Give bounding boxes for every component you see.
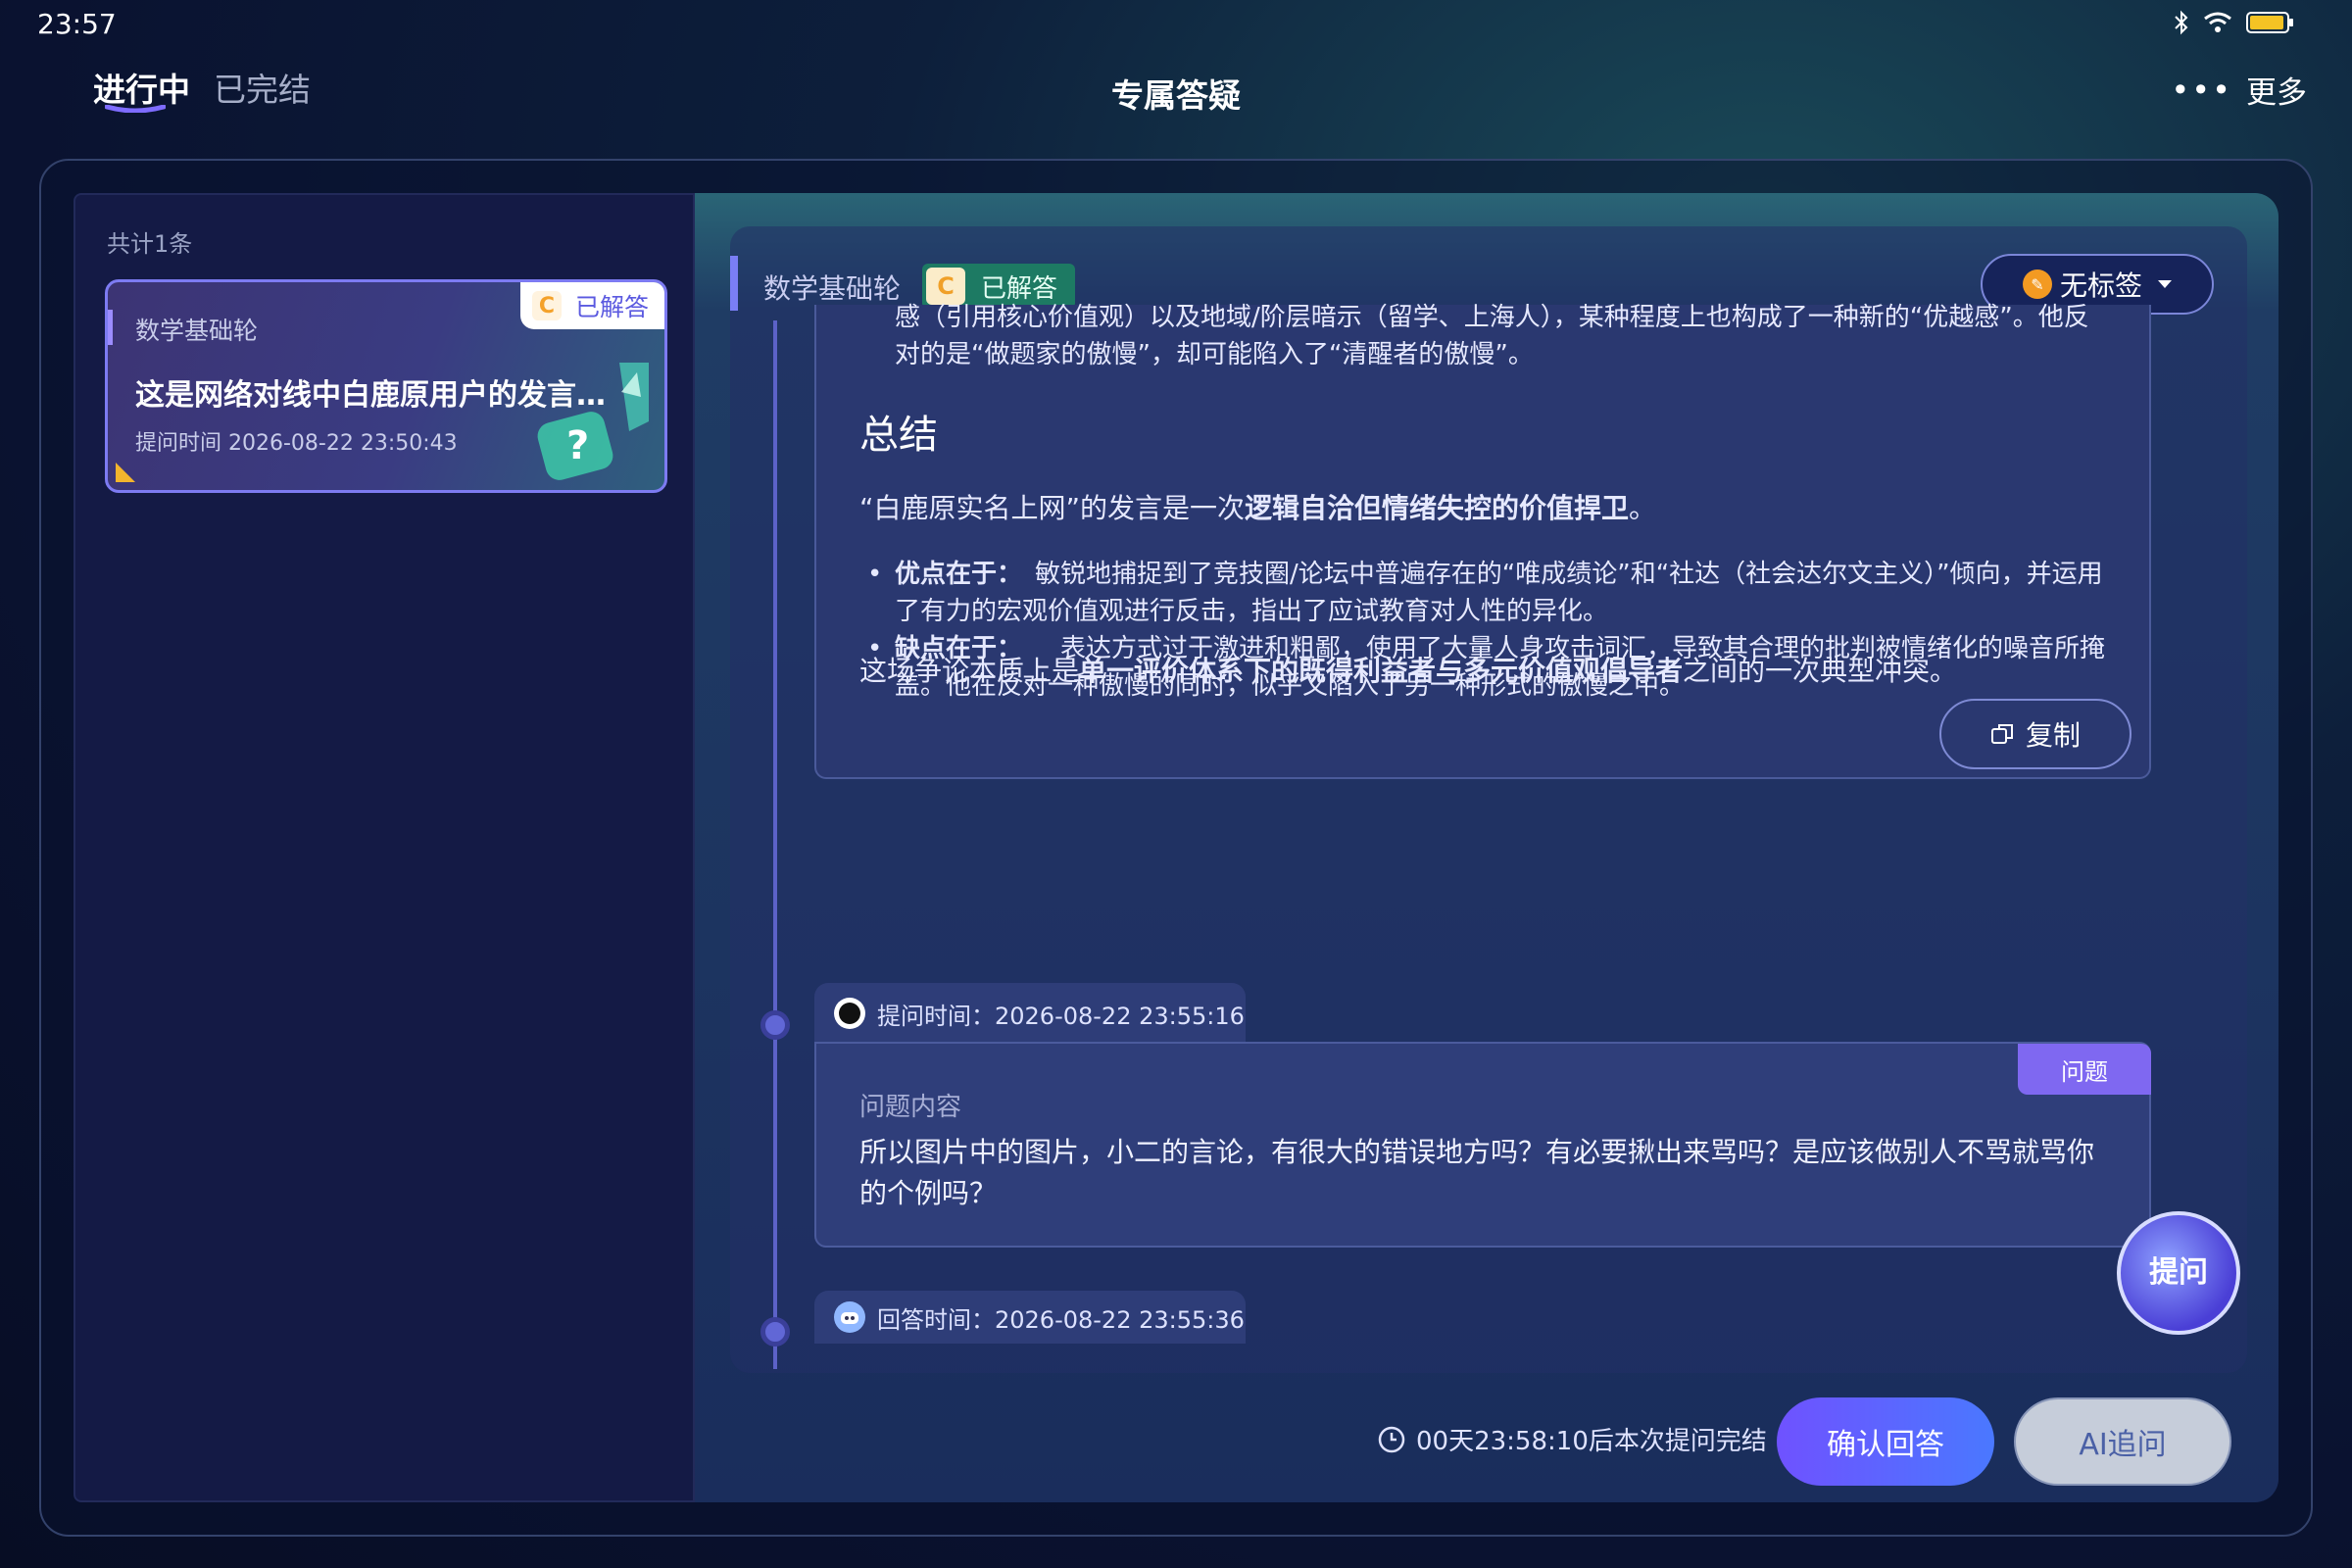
question-content-label: 问题内容 bbox=[859, 1093, 962, 1122]
card-accent-bar bbox=[108, 310, 113, 345]
conclusion-end: 之间的一次典型冲突。 bbox=[1683, 655, 1958, 687]
conclusion-text: 这场争论本质上是 bbox=[859, 655, 1080, 687]
question-card[interactable]: 数学基础轮 C 已解答 这是网络对线中白鹿原用户的发言，… 提问时间 2026-… bbox=[105, 279, 667, 493]
bluetooth-icon bbox=[2175, 10, 2188, 35]
card-subject: 数学基础轮 bbox=[135, 317, 259, 345]
copy-button[interactable]: 复制 bbox=[1939, 699, 2132, 769]
bot-avatar-icon bbox=[834, 1301, 865, 1333]
answer-line-b: 对的是“做题家的傲慢”，却可能陷入了“清醒者的傲慢”。 bbox=[895, 340, 1534, 369]
question-mark-decoration-icon: ? bbox=[537, 363, 649, 480]
answer-time: 回答时间：2026-08-22 23:55:36 bbox=[877, 1305, 1245, 1334]
header-accent-bar bbox=[730, 256, 738, 311]
summary-end: 。 bbox=[1629, 492, 1657, 524]
tag-icon: ✎ bbox=[2022, 270, 2052, 299]
top-navigation: 进行中 已完结 专属答疑 ••• 更多 bbox=[0, 54, 2352, 132]
question-time-tab: 提问时间：2026-08-22 23:55:16 bbox=[814, 983, 1246, 1044]
conclusion-bold: 单一评价体系下的既得利益者与多元价值观倡导者 bbox=[1079, 655, 1684, 687]
answer-heading: 总结 bbox=[859, 413, 938, 458]
question-time: 提问时间：2026-08-22 23:55:16 bbox=[877, 1002, 1245, 1030]
answer-time-tab: 回答时间：2026-08-22 23:55:36 bbox=[814, 1291, 1246, 1344]
svg-text:?: ? bbox=[566, 423, 589, 468]
summary-bold: 逻辑自洽但情绪失控的价值捍卫 bbox=[1245, 492, 1630, 524]
countdown: 00天23:58:10后本次提问完结 bbox=[1377, 1421, 1767, 1457]
answer-card: 感（引用核心价值观）以及地域/阶层暗示（留学、上海人），某种程度上也构成了一种新… bbox=[814, 303, 2151, 779]
detail-scroll-area[interactable]: 数学基础轮 C 已解答 ✎ 无标签 感（引用核心价值观）以及地域/阶层暗示（留学… bbox=[730, 226, 2247, 1373]
card-time: 提问时间 2026-08-22 23:50:43 bbox=[135, 431, 458, 456]
list-count: 共计1条 bbox=[107, 230, 193, 258]
more-button[interactable]: ••• 更多 bbox=[2171, 68, 2307, 112]
status-badge: C 已解答 bbox=[519, 282, 664, 329]
avatar bbox=[834, 998, 865, 1029]
answer-line-a: 感（引用核心价值观）以及地域/阶层暗示（留学、上海人），某种程度上也构成了一种新… bbox=[895, 303, 2089, 332]
caret-down-icon bbox=[2158, 280, 2172, 288]
copy-label: 复制 bbox=[2025, 719, 2081, 752]
timeline-dot-question bbox=[760, 1010, 790, 1040]
bullet-pros-text: 敏锐地捕捉到了竞技圈/论坛中普遍存在的“唯成绩论”和“社达（社会达尔文主义）”倾… bbox=[895, 560, 2103, 626]
status-badge-label: 已解答 bbox=[574, 293, 649, 321]
status-icons bbox=[2174, 10, 2295, 35]
ask-question-float-button[interactable]: 提问 bbox=[2117, 1211, 2240, 1335]
more-dots-icon: ••• bbox=[2171, 71, 2232, 109]
question-tag: 问题 bbox=[2018, 1044, 2151, 1095]
bullet-pros: 优点在于： 敏锐地捕捉到了竞技圈/论坛中普遍存在的“唯成绩论”和“社达（社会达尔… bbox=[859, 556, 2124, 630]
grade-c-icon: C bbox=[531, 291, 562, 320]
status-bar: 23:57 bbox=[0, 0, 2352, 49]
status-time: 23:57 bbox=[37, 8, 117, 40]
battery-icon bbox=[2246, 12, 2293, 33]
tag-dropdown-label: 无标签 bbox=[2059, 270, 2142, 302]
more-label: 更多 bbox=[2246, 75, 2307, 111]
copy-icon bbox=[1990, 724, 2013, 744]
ai-followup-button[interactable]: AI追问 bbox=[2014, 1397, 2231, 1486]
answer-detail-panel: 数学基础轮 C 已解答 ✎ 无标签 感（引用核心价值观）以及地域/阶层暗示（留学… bbox=[695, 193, 2278, 1502]
page-title: 专属答疑 bbox=[1111, 76, 1241, 115]
card-corner-mark bbox=[116, 463, 135, 482]
timeline-line bbox=[773, 320, 777, 1369]
question-list-panel: 共计1条 数学基础轮 C 已解答 这是网络对线中白鹿原用户的发言，… 提问时间 … bbox=[74, 193, 695, 1502]
timeline-dot-answer bbox=[760, 1317, 790, 1347]
question-card-detail: 问题 问题内容 所以图片中的图片，小二的言论，有很大的错误地方吗？有必要揪出来骂… bbox=[814, 1042, 2151, 1248]
wifi-icon bbox=[2204, 12, 2231, 32]
answer-text-line: 感（引用核心价值观）以及地域/阶层暗示（留学、上海人），某种程度上也构成了一种新… bbox=[859, 299, 2124, 373]
countdown-text: 00天23:58:10后本次提问完结 bbox=[1416, 1427, 1767, 1456]
confirm-answer-button[interactable]: 确认回答 bbox=[1777, 1397, 1994, 1486]
clock-icon bbox=[1378, 1426, 1405, 1452]
summary-text: “白鹿原实名上网”的发言是一次 bbox=[859, 492, 1246, 524]
question-content: 所以图片中的图片，小二的言论，有很大的错误地方吗？有必要揪出来骂吗？是应该做别人… bbox=[859, 1136, 2095, 1209]
answer-summary: “白鹿原实名上网”的发言是一次逻辑自洽但情绪失控的价值捍卫。 bbox=[859, 487, 2124, 526]
answer-conclusion: 这场争论本质上是单一评价体系下的既得利益者与多元价值观倡导者之间的一次典型冲突。 bbox=[859, 650, 2124, 689]
bottom-action-bar: 00天23:58:10后本次提问完结 确认回答 AI追问 bbox=[695, 1376, 2278, 1501]
bullet-pros-label: 优点在于： bbox=[895, 560, 1010, 589]
